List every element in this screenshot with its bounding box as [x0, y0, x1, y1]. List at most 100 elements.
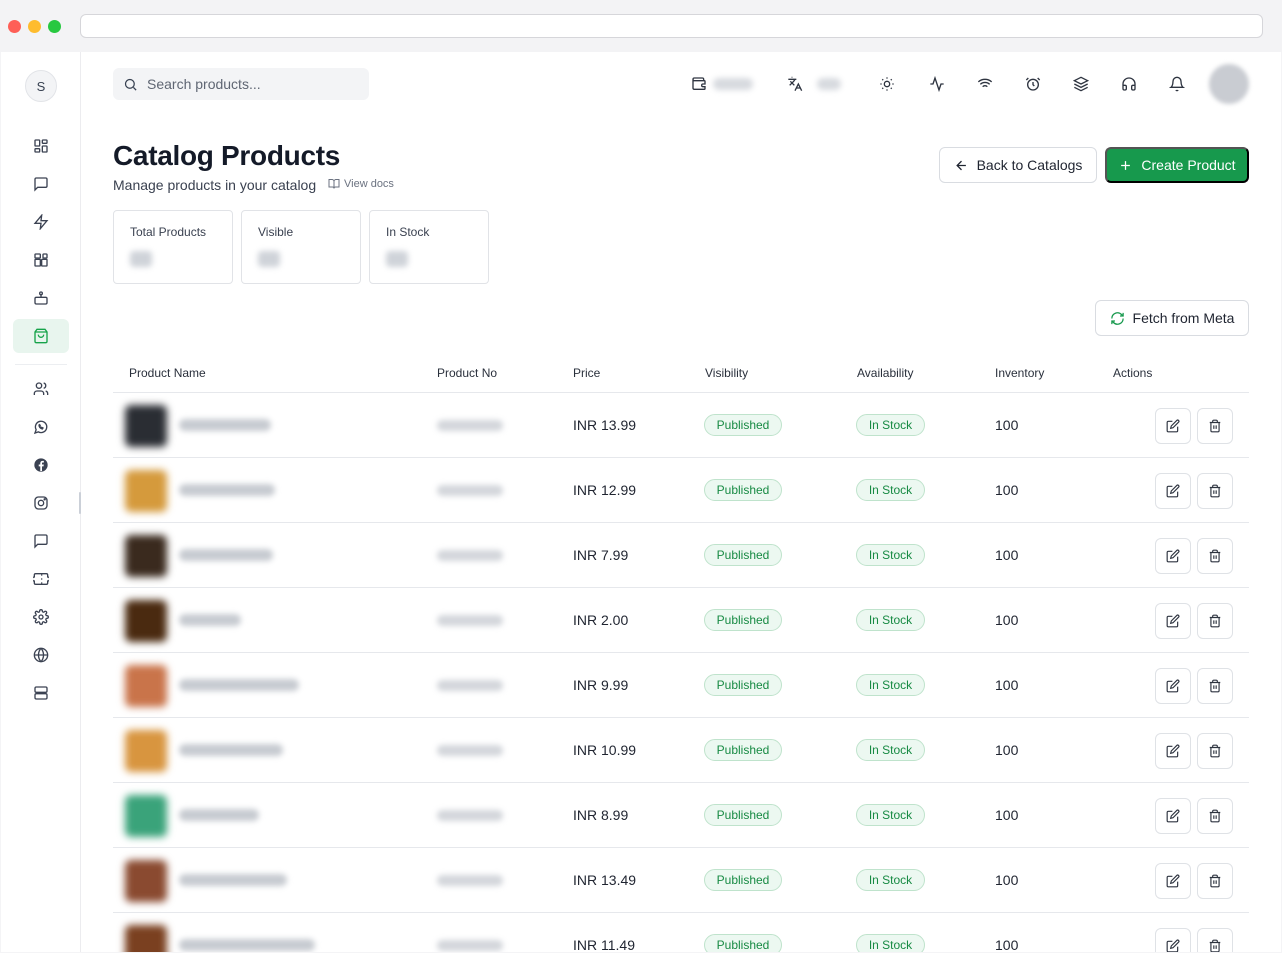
page-title: Catalog Products [113, 140, 341, 171]
fetch-from-meta-button[interactable]: Fetch from Meta [1095, 300, 1249, 336]
edit-product-button[interactable] [1155, 538, 1191, 574]
delete-product-button[interactable] [1197, 733, 1233, 769]
layers-icon[interactable] [1071, 74, 1091, 94]
edit-product-button[interactable] [1155, 668, 1191, 704]
visibility-badge: Published [704, 804, 782, 826]
product-thumbnail [125, 665, 167, 707]
view-docs-link[interactable]: View docs [328, 178, 394, 190]
table-row[interactable]: INR 2.00 Published In Stock 100 [113, 588, 1249, 653]
sun-icon[interactable] [877, 74, 897, 94]
delete-product-button[interactable] [1197, 473, 1233, 509]
inventory-count: 100 [995, 872, 1019, 888]
inventory-count: 100 [995, 937, 1019, 952]
stat-card-total-products: Total Products [113, 210, 233, 284]
edit-product-button[interactable] [1155, 733, 1191, 769]
edit-icon [1166, 679, 1180, 693]
availability-badge: In Stock [856, 674, 925, 696]
delete-product-button[interactable] [1197, 928, 1233, 952]
product-name [179, 484, 275, 496]
edit-product-button[interactable] [1155, 863, 1191, 899]
stat-label: In Stock [386, 225, 430, 239]
column-header-availability[interactable]: Availability [857, 366, 913, 380]
edit-product-button[interactable] [1155, 928, 1191, 952]
apps-icon[interactable] [13, 243, 69, 277]
chat-icon[interactable] [13, 167, 69, 201]
trash-icon [1208, 874, 1222, 888]
minimize-window-button[interactable] [28, 20, 41, 33]
back-to-catalogs-button[interactable]: Back to Catalogs [939, 147, 1097, 183]
instagram-icon[interactable] [13, 486, 69, 520]
headset-icon[interactable] [1119, 74, 1139, 94]
search-icon [124, 78, 137, 91]
delete-product-button[interactable] [1197, 538, 1233, 574]
table-row[interactable]: INR 9.99 Published In Stock 100 [113, 653, 1249, 718]
catalog-bag-icon[interactable] [13, 319, 69, 353]
search-input[interactable] [147, 76, 357, 92]
close-window-button[interactable] [8, 20, 21, 33]
workspace-avatar[interactable]: S [25, 70, 57, 102]
whatsapp-icon[interactable] [13, 410, 69, 444]
users-icon[interactable] [13, 372, 69, 406]
delete-product-button[interactable] [1197, 863, 1233, 899]
table-row[interactable]: INR 13.99 Published In Stock 100 [113, 393, 1249, 458]
availability-badge: In Stock [856, 869, 925, 891]
globe-icon[interactable] [13, 638, 69, 672]
server-icon[interactable] [13, 676, 69, 710]
table-row[interactable]: INR 11.49 Published In Stock 100 [113, 913, 1249, 952]
product-name [179, 549, 273, 561]
wallet-icon[interactable] [689, 74, 709, 94]
wifi-icon[interactable] [975, 74, 995, 94]
delete-product-button[interactable] [1197, 668, 1233, 704]
table-row[interactable]: INR 12.99 Published In Stock 100 [113, 458, 1249, 523]
trash-icon [1208, 419, 1222, 433]
table-row[interactable]: INR 7.99 Published In Stock 100 [113, 523, 1249, 588]
address-bar[interactable] [80, 14, 1263, 38]
column-header-product-no[interactable]: Product No [437, 366, 497, 380]
ticket-icon[interactable] [13, 562, 69, 596]
inventory-count: 100 [995, 807, 1019, 823]
column-header-inventory[interactable]: Inventory [995, 366, 1044, 380]
table-row[interactable]: INR 10.99 Published In Stock 100 [113, 718, 1249, 783]
browser-chrome [0, 0, 1282, 52]
column-header-product-name[interactable]: Product Name [129, 366, 206, 380]
maximize-window-button[interactable] [48, 20, 61, 33]
delete-product-button[interactable] [1197, 603, 1233, 639]
product-price: INR 12.99 [573, 482, 637, 498]
alarm-icon[interactable] [1023, 74, 1043, 94]
availability-badge: In Stock [856, 739, 925, 761]
delete-product-button[interactable] [1197, 798, 1233, 834]
product-name [179, 809, 259, 821]
edit-product-button[interactable] [1155, 603, 1191, 639]
stat-value [258, 251, 280, 267]
create-product-button[interactable]: Create Product [1105, 147, 1249, 183]
search-bar[interactable] [113, 68, 369, 100]
user-avatar[interactable] [1209, 64, 1249, 104]
stat-value [130, 251, 152, 267]
table-row[interactable]: INR 13.49 Published In Stock 100 [113, 848, 1249, 913]
edit-product-button[interactable] [1155, 473, 1191, 509]
product-price: INR 2.00 [573, 612, 629, 628]
refresh-icon [1110, 311, 1124, 325]
facebook-icon[interactable] [13, 448, 69, 482]
inventory-count: 100 [995, 742, 1019, 758]
settings-icon[interactable] [13, 600, 69, 634]
translate-icon[interactable] [785, 74, 805, 94]
wallet-balance [713, 78, 753, 90]
bell-icon[interactable] [1167, 74, 1187, 94]
bot-icon[interactable] [13, 281, 69, 315]
message-icon[interactable] [13, 524, 69, 558]
product-number [437, 745, 503, 756]
column-header-visibility[interactable]: Visibility [705, 366, 748, 380]
product-price: INR 7.99 [573, 547, 629, 563]
bolt-icon[interactable] [13, 205, 69, 239]
delete-product-button[interactable] [1197, 408, 1233, 444]
product-thumbnail [125, 730, 167, 772]
book-icon [328, 179, 340, 189]
column-header-price[interactable]: Price [573, 366, 600, 380]
table-row[interactable]: INR 8.99 Published In Stock 100 [113, 783, 1249, 848]
activity-icon[interactable] [927, 74, 947, 94]
dashboard-icon[interactable] [13, 129, 69, 163]
edit-product-button[interactable] [1155, 408, 1191, 444]
edit-product-button[interactable] [1155, 798, 1191, 834]
product-name [179, 419, 271, 431]
